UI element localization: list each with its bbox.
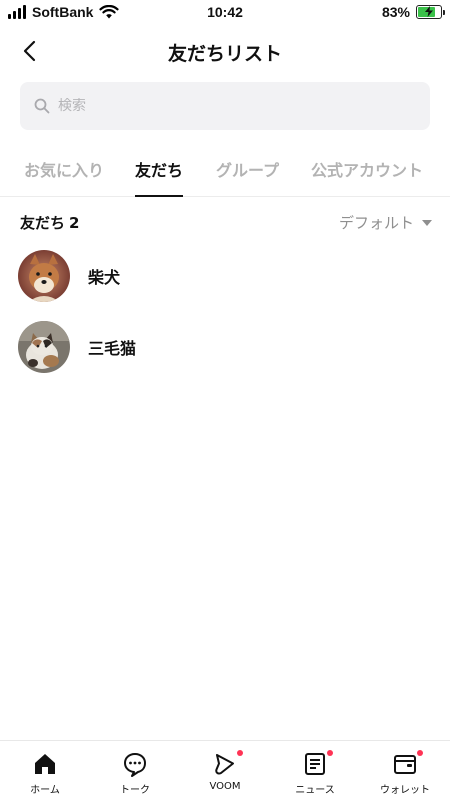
charging-bolt-icon — [425, 6, 433, 17]
battery-icon — [416, 5, 445, 19]
status-right: 83% — [381, 4, 445, 20]
nav-wallet[interactable]: ウォレット — [360, 741, 450, 800]
tab-favorites[interactable]: お気に入り — [24, 157, 104, 197]
wallet-icon — [394, 755, 416, 774]
friend-name: 三毛猫 — [88, 339, 137, 358]
friend-count: 2 — [69, 214, 80, 232]
news-icon-wrap — [302, 750, 333, 777]
section-title-label: 友だち — [20, 214, 66, 232]
sort-dropdown[interactable]: デフォルト — [339, 212, 432, 233]
shiba-dog-photo — [18, 250, 70, 302]
avatar — [18, 321, 70, 373]
tab-official-accounts[interactable]: 公式アカウント — [311, 157, 423, 197]
friend-name: 柴犬 — [88, 268, 121, 287]
nav-talk[interactable]: トーク — [90, 741, 180, 800]
wallet-icon-wrap — [392, 750, 423, 777]
tab-friends[interactable]: 友だち — [135, 157, 184, 197]
battery-percent: 83% — [381, 4, 410, 20]
nav-voom[interactable]: VOOM — [180, 741, 270, 800]
friend-item[interactable]: 三毛猫 — [18, 320, 432, 374]
chat-bubble-icon — [124, 753, 146, 777]
sort-label: デフォルト — [338, 214, 414, 232]
home-icon — [35, 754, 55, 774]
avatar — [18, 250, 70, 302]
search-input[interactable] — [58, 98, 398, 114]
calico-cat-photo — [18, 321, 70, 373]
friends-section-header: 友だち 2 デフォルト — [20, 210, 432, 234]
caret-down-icon — [422, 219, 432, 226]
status-bar: SoftBank 10:42 83% — [0, 0, 450, 26]
friend-item[interactable]: 柴犬 — [18, 249, 432, 303]
tab-groups[interactable]: グループ — [216, 157, 279, 197]
nav-label: トーク — [120, 785, 150, 796]
notification-dot — [327, 750, 333, 756]
news-icon — [305, 753, 325, 775]
voom-icon-wrap — [212, 750, 243, 777]
nav-label: ホーム — [30, 785, 60, 796]
friend-tabs: お気に入り 友だち グループ 公式アカウント — [0, 150, 450, 197]
nav-home[interactable]: ホーム — [0, 741, 90, 800]
voom-play-icon — [215, 754, 234, 775]
nav-label: ウォレット — [380, 785, 430, 796]
search-icon — [34, 98, 50, 114]
notification-dot — [237, 750, 243, 756]
nav-news[interactable]: ニュース — [270, 741, 360, 800]
nav-label: VOOM — [209, 781, 241, 792]
nav-label: ニュース — [295, 785, 335, 796]
section-title: 友だち 2 — [20, 212, 79, 233]
nav-header: 友だちリスト — [0, 26, 450, 76]
notification-dot — [417, 750, 423, 756]
page-title: 友だちリスト — [167, 43, 282, 65]
search-bar[interactable] — [20, 82, 430, 130]
bottom-tab-bar: ホーム トーク VOOM ニュース ウォレット — [0, 740, 450, 800]
